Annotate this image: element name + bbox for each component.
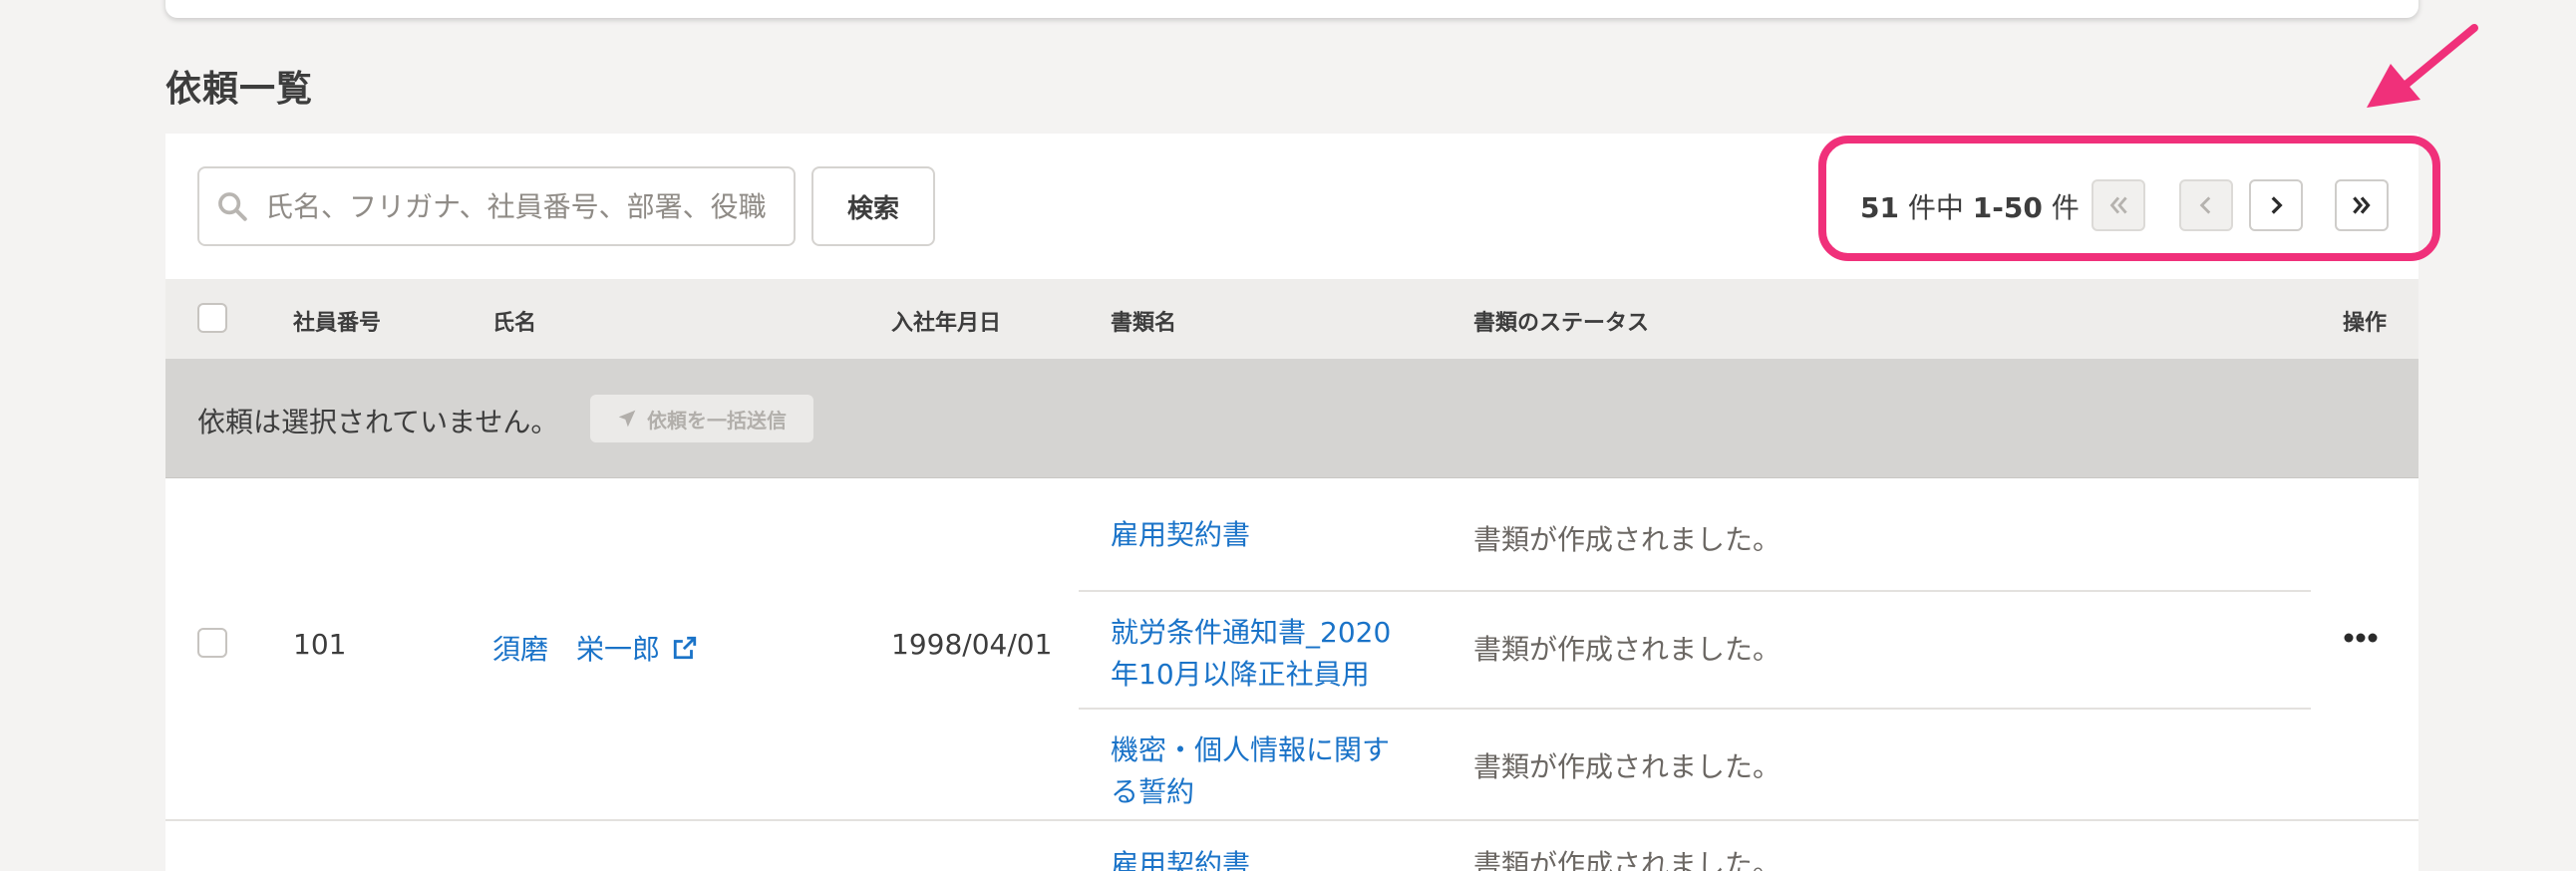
prev-page-icon	[2199, 196, 2211, 214]
document-name-link[interactable]: 就労条件通知書_2020 年10月以降正社員用	[1111, 612, 1410, 696]
selection-status: 依頼は選択されていません。	[197, 406, 559, 438]
header-actions: 操作	[2343, 311, 2388, 336]
last-page-button[interactable]	[2335, 179, 2389, 231]
document-name-line: 就労条件通知書_2020	[1111, 616, 1392, 649]
document-status: 書類が作成されました。	[1473, 750, 1781, 783]
document-status: 書類が作成されました。	[1473, 848, 1781, 871]
pager-range-suffix: 件	[2042, 191, 2080, 224]
table-row: 雇用契約書 書類が作成されました。	[165, 821, 2418, 871]
header-hire-date: 入社年月日	[891, 311, 1002, 336]
paper-plane-icon	[618, 410, 636, 428]
header-employee-number: 社員番号	[293, 311, 382, 336]
toolbar: 検索 51 件中 1-50 件	[165, 134, 2418, 279]
more-icon[interactable]	[2341, 628, 2381, 648]
arrow-annotation	[2367, 24, 2478, 108]
document-name-link[interactable]: 雇用契約書	[1111, 514, 1410, 556]
pager-count: 51 件中 1-50 件	[1860, 186, 2080, 226]
hire-date: 1998/04/01	[891, 628, 1053, 661]
next-page-icon	[2271, 196, 2283, 214]
document-entry: 就労条件通知書_2020 年10月以降正社員用 書類が作成されました。	[1079, 592, 2476, 708]
select-all-checkbox[interactable]	[197, 303, 227, 333]
pager-total: 51	[1860, 191, 1899, 224]
bulk-send-button[interactable]: 依頼を一括送信	[590, 395, 813, 442]
header-name: 氏名	[492, 311, 537, 336]
bulk-send-label: 依頼を一括送信	[647, 408, 787, 433]
top-card	[165, 0, 2418, 18]
table-row: 101 須磨 栄一郎 1998/04/01 雇用契約書 書類が作成されました。 …	[165, 478, 2418, 821]
last-page-icon	[2353, 196, 2371, 214]
document-name-line: 機密・個人情報に関す	[1111, 733, 1391, 766]
document-status: 書類が作成されました。	[1473, 523, 1781, 556]
employee-name-link[interactable]: 須磨 栄一郎	[492, 628, 698, 668]
document-name-link[interactable]: 機密・個人情報に関す る誓約	[1111, 729, 1410, 813]
first-page-button[interactable]	[2092, 179, 2145, 231]
document-name-link[interactable]: 雇用契約書	[1111, 843, 1250, 871]
search-input[interactable]	[265, 189, 774, 223]
page-title: 依頼一覧	[165, 69, 314, 110]
header-document-name: 書類名	[1111, 311, 1177, 336]
pager-range: 1-50	[1972, 191, 2043, 224]
row-checkbox[interactable]	[197, 628, 227, 658]
external-link-icon	[673, 636, 697, 660]
document-status: 書類が作成されました。	[1473, 633, 1781, 666]
bulk-action-bar: 依頼は選択されていません。 依頼を一括送信	[165, 359, 2418, 478]
table-header: 社員番号 氏名 入社年月日 書類名 書類のステータス 操作	[165, 279, 2418, 359]
pager-total-suffix: 件中	[1898, 191, 1973, 224]
document-name-line: る誓約	[1111, 775, 1195, 808]
next-page-button[interactable]	[2249, 179, 2303, 231]
document-entry: 雇用契約書 書類が作成されました。	[1079, 478, 2476, 590]
header-document-status: 書類のステータス	[1473, 311, 1650, 336]
request-list-panel: 検索 51 件中 1-50 件 社員番号 氏名	[165, 134, 2418, 871]
search-button[interactable]: 検索	[811, 166, 935, 246]
employee-number: 101	[293, 628, 347, 661]
employee-name: 須磨 栄一郎	[492, 633, 661, 666]
prev-page-button[interactable]	[2179, 179, 2233, 231]
document-entry: 機密・個人情報に関す る誓約 書類が作成されました。	[1079, 710, 2476, 821]
search-icon	[218, 192, 247, 221]
first-page-icon	[2109, 196, 2127, 214]
search-box	[197, 166, 796, 246]
document-name-line: 年10月以降正社員用	[1111, 658, 1370, 691]
